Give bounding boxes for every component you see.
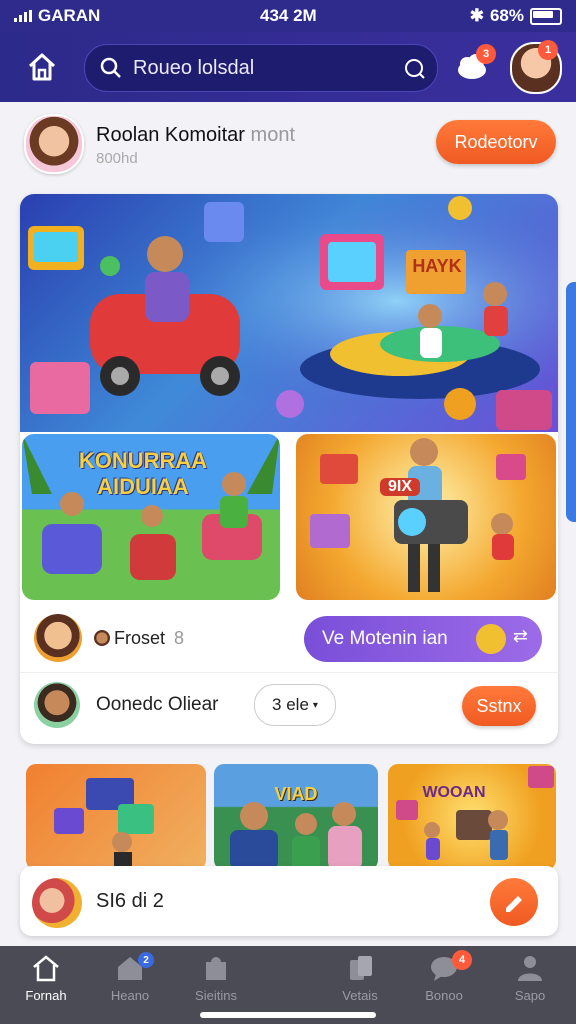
row-a-label: Froset — [114, 628, 166, 648]
tab-heano-badge: 2 — [138, 952, 154, 968]
status-left: GARAN — [14, 6, 100, 26]
profile-row: Roolan Komoitar mont 800hd Rodeotorv — [0, 112, 576, 184]
tab-heano[interactable]: 2 Heano — [90, 952, 170, 1003]
tab-bonoo[interactable]: 4 Bonoo — [404, 950, 484, 1003]
share-icon: ⇄ — [512, 626, 528, 646]
user-subtitle: 800hd — [96, 150, 138, 167]
bluetooth-icon: ✱ — [469, 6, 484, 25]
thumbnail-right-illustration — [310, 438, 526, 592]
tab-sieitins[interactable]: Sieitins — [176, 954, 256, 1003]
battery-percent: 68% — [489, 6, 524, 25]
profile-action-button[interactable]: Rodeotorv — [436, 120, 556, 164]
side-drawer-handle[interactable] — [566, 282, 576, 522]
row-a-action-button[interactable]: Ve Motenin ian ⇄ — [304, 616, 542, 662]
feature-row-a: Froset 8 Ve Motenin ian ⇄ — [20, 608, 558, 672]
row-b-label: Oonedc Oliear — [96, 694, 219, 715]
home-icon — [28, 53, 56, 81]
strip-thumbnail-1[interactable] — [26, 764, 206, 870]
notifications-button[interactable]: 3 — [454, 44, 496, 82]
hero-illustration — [20, 194, 558, 432]
battery-icon — [530, 7, 562, 25]
row-a-count: 8 — [174, 628, 185, 648]
row-a-action-label: Ve Motenin ian — [322, 628, 448, 649]
search-input[interactable]: Roueo lolsdal — [133, 57, 403, 80]
home-button[interactable] — [22, 48, 62, 86]
emoji-icon — [476, 624, 506, 654]
tab-sapo[interactable]: Sapo — [490, 954, 570, 1003]
mini-player-avatar — [32, 878, 82, 928]
tab-vetais-label: Vetais — [342, 988, 378, 1003]
person-icon — [518, 956, 542, 981]
mini-player-card[interactable]: SI6 di 2 — [20, 866, 558, 936]
top-app-bar: Roueo lolsdal 3 1 — [0, 32, 576, 102]
tab-vetais[interactable]: Vetais — [320, 954, 400, 1003]
strip-sign-1: VIAD — [274, 784, 318, 804]
strip-thumbnail-3-illustration — [396, 766, 554, 860]
chevron-down-icon: ▾ — [312, 699, 318, 711]
notification-badge: 3 — [476, 44, 496, 64]
row-a-avatar[interactable] — [34, 614, 82, 662]
voice-search-icon[interactable] — [403, 57, 425, 79]
strip-thumbnail-2[interactable]: VIAD — [214, 764, 378, 870]
hero-banner-image[interactable]: HAYK — [20, 194, 558, 432]
mini-player-action-button[interactable] — [490, 878, 538, 926]
row-divider — [20, 672, 558, 673]
signal-icon — [14, 10, 32, 22]
feature-row-b: Oonedc Oliear 3 ele ▾ Sstnx — [20, 674, 558, 738]
tab-sapo-label: Sapo — [514, 988, 546, 1003]
profile-badge: 1 — [538, 40, 558, 60]
carrier-label: GARAN — [38, 6, 101, 25]
thumbnail-right[interactable]: 9IX — [296, 434, 556, 600]
user-name-faded: mont — [250, 124, 295, 146]
strip-sign-2: WOOAN — [422, 784, 486, 801]
search-icon — [100, 57, 121, 78]
thumbnail-left[interactable]: KONURRAA AIDUIAA — [22, 434, 280, 600]
row-a-mini-avatar — [94, 630, 110, 646]
feature-card: HAYK KONURRAA AIDUIAA 9IX Froset 8 Ve Mo… — [20, 194, 558, 744]
home-icon — [33, 955, 59, 982]
strip-thumbnail-3[interactable]: WOOAN — [388, 764, 556, 870]
tab-home-label: Fornah — [25, 988, 67, 1003]
row-b-select[interactable]: 3 ele ▾ — [254, 684, 336, 726]
status-bar: GARAN 434 2M ✱ 68% — [0, 0, 576, 32]
search-bar[interactable]: Roueo lolsdal — [84, 44, 438, 92]
tab-sieitins-label: Sieitins — [195, 988, 237, 1003]
row-b-action-button[interactable]: Sstnx — [462, 686, 536, 726]
tab-bonoo-label: Bonoo — [425, 988, 463, 1003]
pencil-icon — [506, 896, 522, 912]
tab-heano-label: Heano — [110, 988, 150, 1003]
user-name: Roolan Komoitar mont — [96, 124, 295, 147]
row-b-select-value: 3 ele — [272, 695, 309, 714]
status-right: ✱ 68% — [470, 6, 562, 26]
thumbnail-left-title: KONURRAA AIDUIAA — [78, 448, 208, 499]
user-avatar[interactable] — [24, 114, 84, 174]
strip-thumbnail-2-illustration — [230, 802, 362, 870]
puzzle-icon — [206, 957, 226, 980]
user-name-text: Roolan Komoitar — [96, 124, 245, 146]
home-indicator[interactable] — [200, 1012, 376, 1018]
strip-thumbnail-1-illustration — [54, 778, 154, 870]
tab-home[interactable]: Fornah — [6, 954, 86, 1003]
cards-icon — [350, 956, 372, 980]
status-time: 434 2M — [260, 6, 317, 25]
hero-sign: HAYK — [412, 256, 462, 276]
tab-bonoo-badge: 4 — [452, 950, 472, 970]
mini-player-label: SI6 di 2 — [96, 890, 164, 912]
thumbnail-right-sign: 9IX — [380, 478, 420, 496]
row-b-avatar[interactable] — [34, 682, 80, 728]
